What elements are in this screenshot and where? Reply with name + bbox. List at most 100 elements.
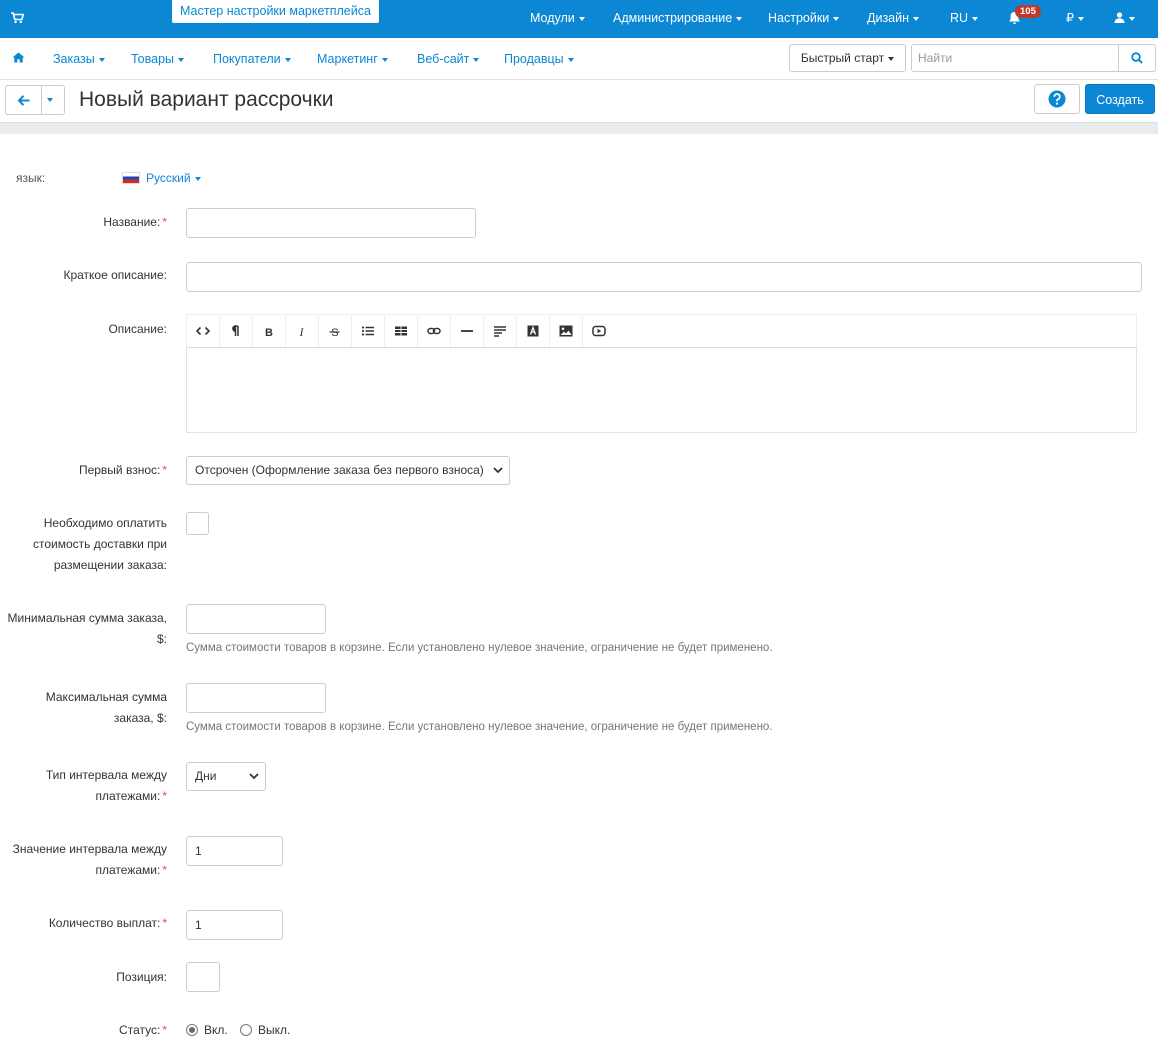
menu-user[interactable]	[1114, 11, 1135, 25]
nav-products[interactable]: Товары	[131, 52, 184, 66]
search-input[interactable]	[911, 44, 1119, 72]
text-color-icon	[527, 325, 539, 337]
paragraph-button[interactable]	[220, 316, 253, 347]
page-title: Новый вариант рассрочки	[79, 88, 334, 111]
nav-customers[interactable]: Покупатели	[213, 52, 291, 66]
arrow-left-icon	[18, 95, 30, 106]
caret-down-icon	[888, 56, 895, 61]
position-input[interactable]	[186, 962, 220, 992]
min-sum-input[interactable]	[186, 604, 326, 634]
status-label-text: Статус:	[119, 1023, 161, 1037]
first-payment-value: Отсрочен (Оформление заказа без первого …	[195, 463, 484, 477]
min-sum-label: Минимальная сумма заказа, $:	[7, 611, 167, 646]
name-input[interactable]	[186, 208, 476, 238]
nav-orders[interactable]: Заказы	[53, 52, 105, 66]
image-button[interactable]	[550, 316, 583, 347]
interval-value-label-text: Значение интервала между платежами:	[12, 842, 167, 877]
nav-marketing-label: Маркетинг	[317, 52, 378, 66]
image-icon	[559, 325, 573, 337]
language-selector[interactable]: Русский	[123, 171, 201, 185]
menu-language[interactable]: RU	[950, 11, 979, 25]
caret-down-icon	[194, 176, 201, 181]
payments-count-input[interactable]	[186, 910, 283, 940]
max-sum-input[interactable]	[186, 683, 326, 713]
top-bar: Мастер настройки маркетплейса Модули Адм…	[0, 0, 1158, 38]
menu-design[interactable]: Дизайн	[867, 11, 920, 25]
caret-down-icon	[473, 57, 480, 62]
menu-settings-label: Настройки	[768, 11, 830, 25]
menu-settings[interactable]: Настройки	[768, 11, 840, 25]
nav-website[interactable]: Веб-сайт	[417, 52, 480, 66]
menu-administration[interactable]: Администрирование	[613, 11, 743, 25]
menu-currency[interactable]: ₽	[1066, 11, 1084, 25]
nav-vendors[interactable]: Продавцы	[504, 52, 574, 66]
interval-type-select[interactable]: Дни	[186, 762, 266, 791]
menu-modules-label: Модули	[530, 11, 575, 25]
bold-button[interactable]: B	[253, 316, 286, 347]
max-sum-label: Максимальная сумма заказа, $:	[45, 690, 167, 725]
status-on-label[interactable]: Вкл.	[204, 1023, 228, 1037]
interval-type-label-text: Тип интервала между платежами:	[45, 768, 167, 803]
cart-icon[interactable]	[11, 12, 25, 27]
horizontal-rule-button[interactable]	[451, 316, 484, 347]
link-icon	[427, 327, 441, 335]
bold-icon: B	[265, 327, 273, 337]
text-color-button[interactable]	[517, 316, 550, 347]
list-icon	[361, 326, 374, 336]
table-icon	[395, 326, 407, 336]
editor-toolbar: B I S	[186, 314, 1137, 348]
interval-value-input[interactable]	[186, 836, 283, 866]
caret-down-icon	[913, 16, 920, 21]
shipping-payment-label: Необходимо оплатить стоимость доставки п…	[33, 516, 167, 572]
interval-type-label: Тип интервала между платежами: *	[7, 765, 167, 807]
italic-button[interactable]: I	[286, 316, 319, 347]
table-button[interactable]	[385, 316, 418, 347]
svg-text:I: I	[299, 325, 305, 337]
caret-down-icon	[98, 57, 105, 62]
chevron-down-icon	[249, 773, 259, 780]
description-editor[interactable]	[186, 348, 1137, 433]
quick-start-button[interactable]: Быстрый старт	[789, 44, 906, 72]
nav-customers-label: Покупатели	[213, 52, 281, 66]
caret-down-icon	[1129, 16, 1135, 21]
first-payment-label: Первый взнос: *	[7, 460, 167, 481]
status-on-radio[interactable]	[186, 1024, 198, 1036]
name-label: Название: *	[7, 212, 167, 233]
search-button[interactable]	[1118, 44, 1156, 72]
shipping-payment-checkbox[interactable]	[186, 512, 209, 535]
interval-type-value: Дни	[195, 769, 217, 783]
marketplace-wizard-button[interactable]: Мастер настройки маркетплейса	[172, 0, 379, 23]
home-icon[interactable]	[12, 52, 25, 66]
svg-text:B: B	[265, 327, 273, 337]
code-view-button[interactable]	[187, 316, 220, 347]
nav-products-label: Товары	[131, 52, 174, 66]
max-sum-hint: Сумма стоимости товаров в корзине. Если …	[186, 721, 773, 733]
nav-vendors-label: Продавцы	[504, 52, 564, 66]
horizontal-rule-icon	[461, 330, 473, 332]
create-button[interactable]: Создать	[1085, 84, 1155, 114]
menu-modules[interactable]: Модули	[530, 11, 585, 25]
caret-down-icon	[47, 98, 53, 102]
nav-marketing[interactable]: Маркетинг	[317, 52, 388, 66]
video-button[interactable]	[583, 316, 616, 347]
back-button[interactable]	[5, 85, 42, 115]
required-marker: *	[162, 789, 167, 803]
strikethrough-button[interactable]: S	[319, 316, 352, 347]
status-off-label[interactable]: Выкл.	[258, 1023, 290, 1037]
description-label: Описание:	[108, 322, 167, 336]
search-icon	[1131, 52, 1143, 64]
language-value: Русский	[146, 171, 191, 185]
help-button[interactable]	[1034, 84, 1080, 114]
link-button[interactable]	[418, 316, 451, 347]
paragraph-icon	[232, 325, 239, 336]
short-description-input[interactable]	[186, 262, 1142, 292]
status-off-radio[interactable]	[240, 1024, 252, 1036]
first-payment-select[interactable]: Отсрочен (Оформление заказа без первого …	[186, 456, 510, 485]
align-button[interactable]	[484, 316, 517, 347]
short-description-label: Краткое описание:	[63, 268, 167, 282]
video-icon	[592, 325, 606, 337]
unordered-list-button[interactable]	[352, 316, 385, 347]
caret-down-icon	[833, 16, 840, 21]
back-dropdown-button[interactable]	[41, 85, 65, 115]
align-icon	[494, 326, 506, 337]
